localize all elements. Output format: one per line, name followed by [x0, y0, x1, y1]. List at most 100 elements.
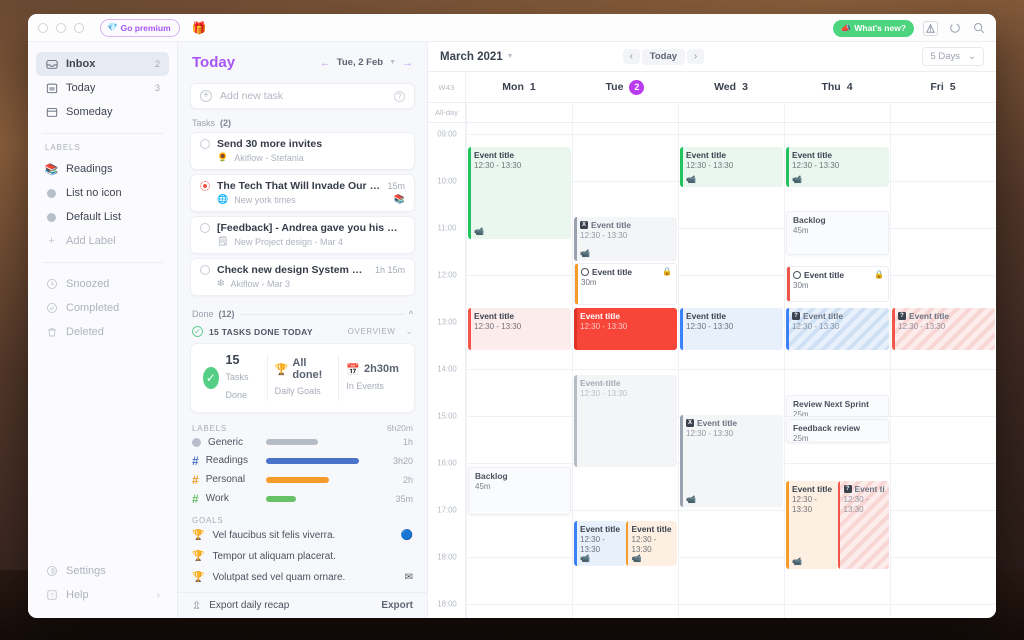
day-header-mon[interactable]: Mon 1: [466, 72, 572, 102]
calendar-event[interactable]: Event title 12:30 - 13:30 📹: [574, 521, 626, 566]
day-header-wed[interactable]: Wed 3: [678, 72, 784, 102]
chevron-up-icon[interactable]: ^: [409, 309, 413, 319]
calendar-event[interactable]: Event title 12:30 - 13:30: [680, 308, 783, 350]
calendar-event[interactable]: ? Event title 12:30 - 13:30: [786, 308, 889, 350]
task-checkbox[interactable]: [200, 139, 210, 149]
day-column-wed[interactable]: Event title 12:30 - 13:30 📹 Event title 12:3…: [678, 123, 784, 618]
window-controls[interactable]: [38, 22, 84, 33]
sidebar-item-settings[interactable]: Settings: [36, 559, 169, 583]
calendar-event[interactable]: Event-title 12:30 - 13:30: [574, 375, 677, 467]
calendar-month-title[interactable]: March 2021 ▼: [440, 51, 514, 63]
goal-row[interactable]: 🏆 Vel faucibus sit felis viverra. 🔵: [178, 525, 427, 546]
kpi-caption: In Events: [346, 380, 384, 391]
calendar-event[interactable]: Feedback review 25m: [786, 419, 889, 443]
done-group-header[interactable]: Done (12) ^: [178, 300, 427, 323]
export-recap-bar[interactable]: ⇫ Export daily recap Export: [178, 592, 427, 618]
overview-label[interactable]: OVERVIEW: [348, 327, 396, 336]
calendar-event[interactable]: Event title 30m 🔒: [786, 266, 889, 302]
all-day-cell[interactable]: [890, 103, 996, 122]
sidebar-item-inbox[interactable]: Inbox 2: [36, 52, 169, 76]
chevron-down-icon[interactable]: ⌄: [405, 326, 413, 337]
export-button[interactable]: Export: [381, 600, 413, 611]
event-accent-bar: [574, 521, 577, 566]
sidebar-item-today[interactable]: Today 3: [36, 76, 169, 100]
whats-new-button[interactable]: 📣 What's new?: [832, 19, 914, 37]
day-header-fri[interactable]: Fri 5: [890, 72, 996, 102]
task-checkbox[interactable]: [200, 181, 210, 191]
calendar-event[interactable]: X Event title 12:30 - 13:30 📹: [680, 415, 783, 507]
task-checkbox[interactable]: [200, 223, 210, 233]
date-navigator[interactable]: ← Tue, 2 Feb ▼ →: [320, 57, 413, 69]
tasks-group-header[interactable]: Tasks (2): [178, 109, 427, 132]
event-time: 12:30 - 13:30: [686, 321, 734, 331]
goal-row[interactable]: 🏆 Volutpat sed vel quam ornare. ✉: [178, 567, 427, 588]
calendar-nav: ‹ Today ›: [622, 48, 705, 65]
sync-icon[interactable]: [947, 21, 962, 36]
done-today-bar[interactable]: ✓ 15 TASKS DONE TODAY OVERVIEW ⌄: [178, 323, 427, 343]
minimize-button[interactable]: [56, 22, 66, 33]
all-day-cell[interactable]: [572, 103, 678, 122]
calendar-event[interactable]: Event title 30m 🔒: [574, 263, 677, 305]
prev-period-button[interactable]: ‹: [622, 49, 640, 64]
calendar-event[interactable]: Event title 12:30 - 13:30: [574, 308, 677, 350]
task-row[interactable]: [Feedback] - Andrea gave you his fee... …: [190, 216, 415, 254]
calendar-event[interactable]: Backlog 45m: [468, 467, 571, 515]
view-range-select[interactable]: 5 Days ⌄: [922, 47, 984, 66]
labels-heading: LABELS: [45, 143, 81, 152]
calendar-event[interactable]: ?Event titl12:30 - 13:30: [837, 481, 889, 569]
hour-gridline: [679, 369, 784, 370]
help-circle-icon[interactable]: ?: [394, 90, 405, 102]
stats-icon[interactable]: [923, 20, 938, 36]
sidebar-item-deleted[interactable]: Deleted: [36, 320, 169, 344]
add-label-button[interactable]: + Add Label: [36, 229, 169, 253]
next-day-button[interactable]: →: [402, 57, 413, 69]
next-period-button[interactable]: ›: [687, 49, 705, 64]
all-day-cell[interactable]: [678, 103, 784, 122]
sidebar-item-help[interactable]: ? Help ›: [36, 583, 169, 607]
add-task-input[interactable]: + Add new task ?: [190, 83, 415, 109]
event-checkbox-icon[interactable]: [581, 268, 589, 277]
calendar-event[interactable]: Event title 12:30 - 13:30 📹: [468, 147, 571, 239]
chevron-down-icon[interactable]: ▼: [389, 59, 396, 66]
close-button[interactable]: [38, 22, 48, 33]
sidebar-item-list-no-icon[interactable]: List no icon: [36, 181, 169, 205]
all-day-cell[interactable]: [466, 103, 572, 122]
maximize-button[interactable]: [74, 22, 84, 33]
event-checkbox-icon[interactable]: [793, 271, 801, 280]
sidebar-item-default-list[interactable]: Default List: [36, 205, 169, 229]
prev-day-button[interactable]: ←: [320, 57, 331, 69]
calendar-event[interactable]: Event title 12:30 - 13:30: [468, 308, 571, 350]
sidebar-item-readings[interactable]: 📚 Readings: [36, 157, 169, 181]
sidebar-item-someday[interactable]: Someday: [36, 100, 169, 124]
calendar-event[interactable]: ? Event title 12:30 - 13:30: [892, 308, 995, 350]
day-column-thu[interactable]: Event title 12:30 - 13:30 📹 Backlog 45m Event…: [784, 123, 890, 618]
go-premium-button[interactable]: 💎 Go premium: [100, 18, 180, 37]
task-checkbox[interactable]: [200, 265, 210, 275]
day-column-tue[interactable]: X Event title 12:30 - 13:30 📹 Event title 30m…: [572, 123, 678, 618]
day-header-tue[interactable]: Tue 2: [572, 72, 678, 102]
calendar-event[interactable]: Event title 12:30 - 13:30 📹: [786, 147, 889, 187]
current-date-label[interactable]: Tue, 2 Feb: [337, 57, 383, 68]
chevron-down-icon[interactable]: ▼: [507, 53, 514, 60]
all-day-cell[interactable]: [784, 103, 890, 122]
day-column-mon[interactable]: Event title 12:30 - 13:30 📹 Event title 12:3…: [466, 123, 572, 618]
task-row[interactable]: The Tech That Will Invade Our Lives i...…: [190, 174, 415, 212]
task-row[interactable]: Send 30 more invites 🌻 Akiflow - Stefani…: [190, 132, 415, 170]
day-column-fri[interactable]: ? Event title 12:30 - 13:30: [890, 123, 996, 618]
sidebar-item-completed[interactable]: Completed: [36, 296, 169, 320]
calendar-event[interactable]: Review Next Sprint 25m: [786, 395, 889, 417]
sidebar-item-snoozed[interactable]: Snoozed: [36, 272, 169, 296]
calendar-event[interactable]: Event title 12:30 - 13:30 📹: [786, 481, 838, 569]
calendar-event[interactable]: Backlog 45m: [786, 211, 889, 255]
calendar-event[interactable]: Event title 12:30 - 13:30 📹: [680, 147, 783, 187]
event-title: Event title: [580, 311, 621, 321]
calendar-event[interactable]: X Event title 12:30 - 13:30 📹: [574, 217, 677, 261]
search-icon[interactable]: [971, 21, 986, 36]
calendar-event[interactable]: Event title 12:30 - 13:30 📹: [625, 521, 677, 566]
event-source-badge-icon: X: [580, 221, 588, 230]
task-row[interactable]: Check new design System and impro... 1h …: [190, 258, 415, 296]
gift-icon[interactable]: 🎁: [192, 22, 207, 34]
day-header-thu[interactable]: Thu 4: [784, 72, 890, 102]
goal-row[interactable]: 🏆 Tempor ut aliquam placerat.: [178, 546, 427, 567]
today-button[interactable]: Today: [641, 48, 686, 65]
